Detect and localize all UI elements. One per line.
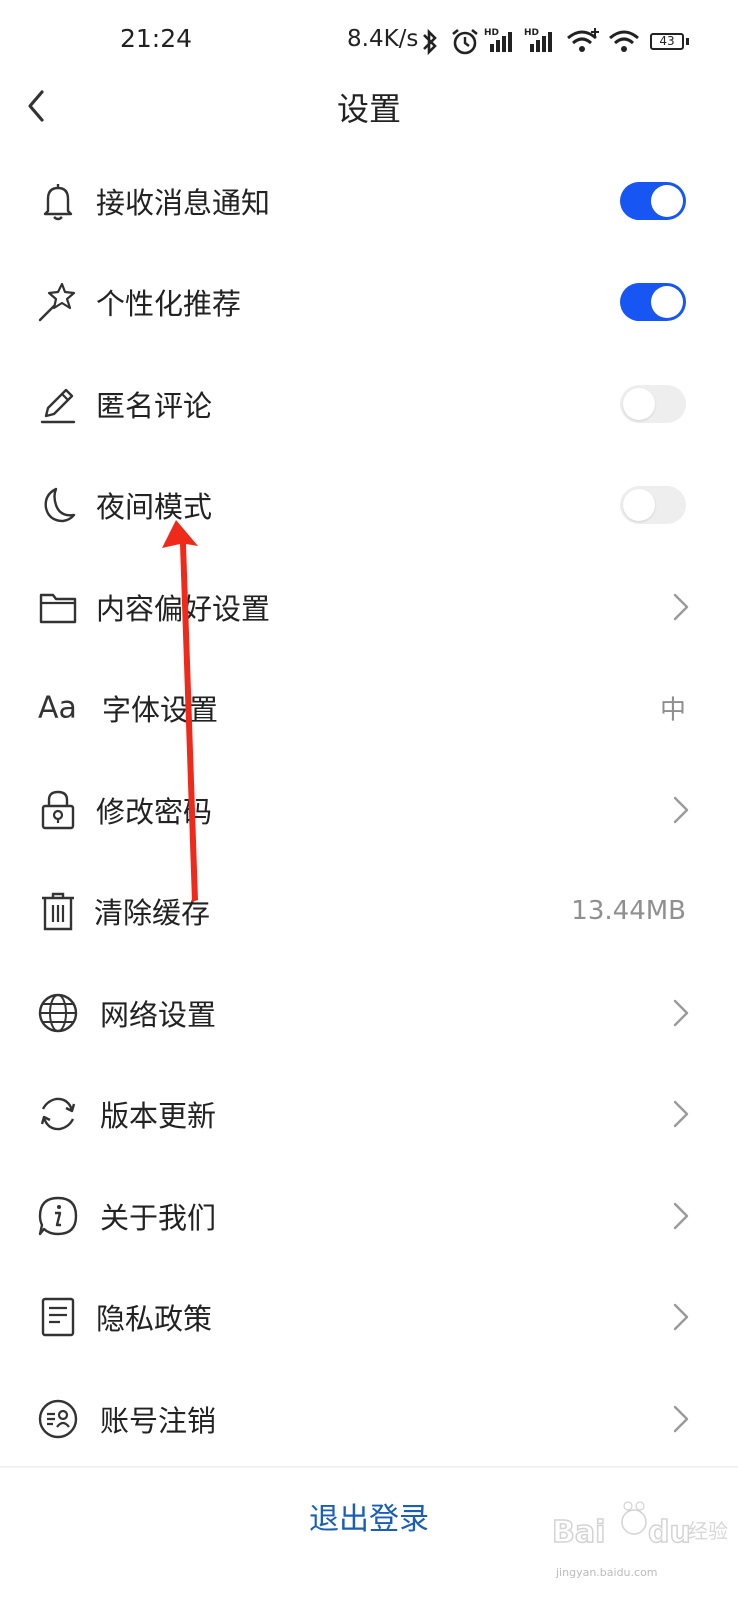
setting-label: 关于我们 bbox=[100, 1200, 217, 1235]
setting-label: 匿名评论 bbox=[96, 388, 213, 423]
personalized-toggle[interactable] bbox=[620, 283, 686, 322]
page-title: 设置 bbox=[336, 90, 401, 128]
pencil-icon bbox=[40, 388, 76, 423]
toggle-knob bbox=[623, 489, 655, 522]
toggle-knob bbox=[651, 286, 683, 319]
info-icon bbox=[38, 1196, 78, 1235]
svg-text:经验: 经验 bbox=[688, 1519, 728, 1543]
setting-label: 接收消息通知 bbox=[96, 185, 271, 220]
svg-text:HD: HD bbox=[524, 28, 539, 38]
chevron-right-icon bbox=[673, 1304, 689, 1331]
setting-row-personalized[interactable]: 个性化推荐 bbox=[0, 252, 738, 354]
chevron-right-icon bbox=[673, 1405, 689, 1432]
svg-text:HD: HD bbox=[484, 28, 499, 38]
nav-bar: 设置 bbox=[0, 70, 738, 140]
chevron-right-icon bbox=[673, 1101, 689, 1128]
notifications-toggle[interactable] bbox=[620, 181, 686, 220]
bell-icon bbox=[43, 183, 73, 220]
setting-label: 网络设置 bbox=[100, 997, 217, 1032]
watermark-domain: jingyan.baidu.com bbox=[556, 1566, 658, 1579]
setting-row-version-update[interactable]: 版本更新 bbox=[0, 1064, 738, 1166]
wifi-icon bbox=[609, 30, 639, 52]
chevron-right-icon bbox=[673, 796, 689, 823]
setting-label: 版本更新 bbox=[100, 1099, 217, 1134]
magic-wand-icon bbox=[38, 283, 76, 322]
trash-icon bbox=[42, 893, 74, 931]
anonymous-toggle[interactable] bbox=[620, 384, 686, 423]
bluetooth-icon bbox=[423, 28, 437, 56]
globe-icon bbox=[38, 993, 78, 1032]
setting-row-night-mode[interactable]: 夜间模式 bbox=[0, 455, 738, 557]
chevron-right-icon bbox=[673, 1202, 689, 1229]
signal-hd-icon: HD bbox=[484, 28, 512, 52]
settings-list: 接收消息通知 个性化推荐 匿名评论 夜间模式 内容偏好设置 bbox=[0, 150, 738, 1470]
wifi-plus-icon bbox=[567, 28, 599, 52]
setting-row-change-password[interactable]: 修改密码 bbox=[0, 759, 738, 861]
setting-row-font[interactable]: Aa 字体设置 中 bbox=[0, 658, 738, 760]
network-speed: 8.4K/s bbox=[347, 26, 419, 52]
svg-text:Bai: Bai bbox=[552, 1515, 605, 1550]
refresh-icon bbox=[40, 1098, 76, 1131]
setting-label: 个性化推荐 bbox=[96, 287, 242, 322]
document-icon bbox=[41, 1298, 75, 1337]
account-cancel-icon bbox=[38, 1399, 78, 1438]
setting-row-content-preferences[interactable]: 内容偏好设置 bbox=[0, 556, 738, 658]
annotation-arrow bbox=[162, 520, 198, 902]
setting-label: 账号注销 bbox=[100, 1403, 217, 1438]
battery-tip bbox=[686, 38, 689, 45]
cache-size-value: 13.44MB bbox=[571, 896, 686, 927]
signal-hd-icon: HD bbox=[524, 28, 552, 52]
setting-row-about-us[interactable]: 关于我们 bbox=[0, 1165, 738, 1267]
night-mode-toggle[interactable] bbox=[620, 486, 686, 525]
alarm-icon bbox=[452, 28, 478, 55]
toggle-knob bbox=[623, 387, 655, 420]
moon-icon bbox=[44, 488, 76, 523]
setting-row-notifications[interactable]: 接收消息通知 bbox=[0, 150, 738, 252]
lock-icon bbox=[41, 790, 75, 829]
bottom-divider bbox=[0, 1466, 738, 1468]
setting-row-clear-cache[interactable]: 清除缓存 13.44MB bbox=[0, 861, 738, 963]
font-size-icon: Aa bbox=[38, 690, 77, 726]
setting-label: 隐私政策 bbox=[96, 1302, 213, 1337]
svg-text:du: du bbox=[648, 1515, 691, 1550]
setting-row-privacy-policy[interactable]: 隐私政策 bbox=[0, 1267, 738, 1369]
chevron-right-icon bbox=[673, 999, 689, 1026]
toggle-knob bbox=[651, 184, 683, 217]
setting-row-network[interactable]: 网络设置 bbox=[0, 962, 738, 1064]
status-time: 21:24 bbox=[120, 24, 193, 53]
font-size-value: 中 bbox=[659, 695, 686, 726]
folder-icon bbox=[39, 593, 77, 623]
setting-row-anonymous[interactable]: 匿名评论 bbox=[0, 353, 738, 455]
battery-icon: 43 bbox=[650, 33, 684, 50]
setting-row-delete-account[interactable]: 账号注销 bbox=[0, 1368, 738, 1470]
chevron-right-icon bbox=[673, 593, 689, 620]
baidu-jingyan-watermark: Bai du 经验 bbox=[551, 1501, 728, 1551]
